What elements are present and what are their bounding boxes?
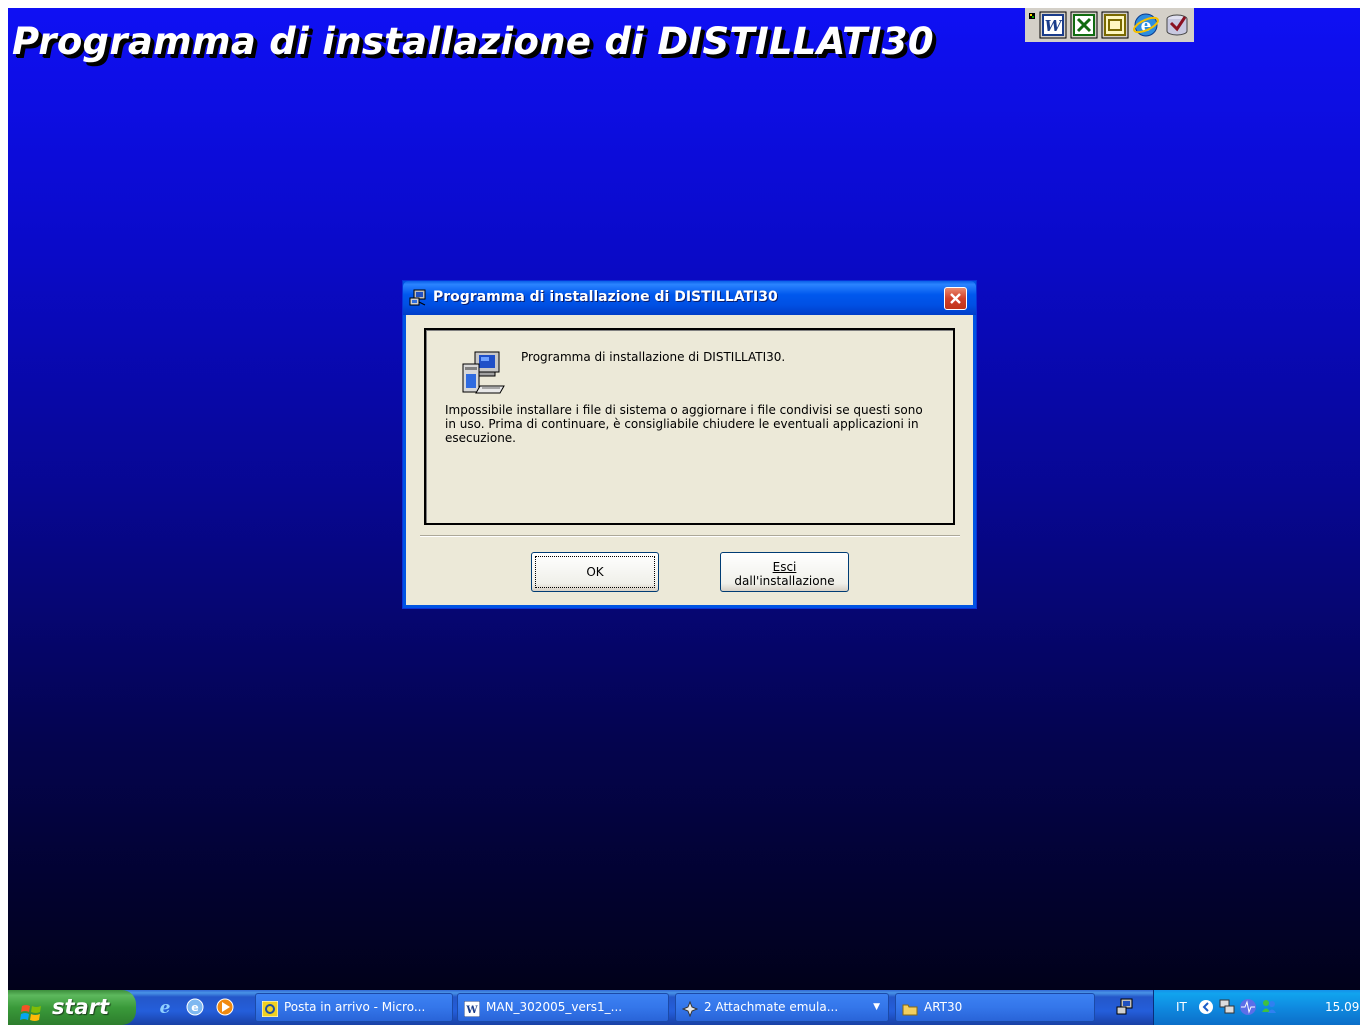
attachmate-icon [681, 1000, 699, 1021]
clock: 15.09 [1325, 1000, 1360, 1014]
task-art30[interactable]: ART30 [895, 993, 1095, 1022]
task-attachmate[interactable]: 2 Attachmate emula... ▼ [675, 993, 889, 1022]
internet-explorer-icon[interactable]: e [154, 996, 176, 1018]
dialog-titlebar[interactable]: Programma di installazione di DISTILLATI… [403, 281, 976, 315]
task-label: Posta in arrivo - Micro... [284, 1000, 426, 1014]
close-button[interactable] [944, 287, 967, 310]
network-icon[interactable] [1218, 998, 1236, 1019]
windows-flag-icon [20, 998, 44, 1033]
media-player-icon[interactable] [214, 996, 236, 1018]
start-label: start [52, 995, 110, 1019]
show-desktop-icon[interactable]: e [184, 996, 206, 1018]
setup-computer-icon [460, 350, 508, 400]
quick-launch: e e [154, 996, 236, 1018]
activity-monitor-icon[interactable] [1239, 998, 1257, 1019]
setup-computer-icon [409, 289, 427, 311]
dialog-heading: Programma di installazione di DISTILLATI… [521, 350, 786, 364]
access-icon[interactable] [1163, 11, 1191, 39]
word-icon[interactable]: W [1039, 11, 1067, 39]
dialog-title: Programma di installazione di DISTILLATI… [433, 289, 778, 305]
exit-button-label-line1: Esci [772, 560, 797, 574]
close-icon [950, 293, 961, 304]
exit-button-label-line2: dall'installazione [734, 574, 835, 588]
task-posta-in-arrivo[interactable]: Posta in arrivo - Micro... [255, 993, 453, 1022]
messenger-icon[interactable] [1260, 998, 1278, 1019]
dialog-message: Impossibile installare i file di sistema… [445, 403, 923, 445]
dialog-client-area: Programma di installazione di DISTILLATI… [406, 315, 973, 605]
task-label: MAN_302005_vers1_... [486, 1000, 623, 1014]
task-label: ART30 [924, 1000, 963, 1014]
office-shortcut-bar: W e [1025, 8, 1194, 42]
task-man-302005[interactable]: W MAN_302005_vers1_... [457, 993, 669, 1022]
svg-text:e: e [160, 998, 171, 1018]
message-frame: Programma di installazione di DISTILLATI… [424, 328, 955, 525]
internet-explorer-icon[interactable]: e [1132, 11, 1160, 39]
svg-text:W: W [1045, 17, 1064, 35]
ok-button-label: OK [586, 565, 604, 579]
outlook-icon[interactable] [1101, 11, 1129, 39]
language-indicator[interactable]: IT [1176, 1000, 1187, 1014]
ok-button[interactable]: OK [531, 552, 659, 592]
system-tray: IT 15.09 [1153, 990, 1360, 1025]
folder-icon [902, 1000, 918, 1021]
taskbar: start e e Posta in arrivo - Micro... W M… [8, 990, 1360, 1025]
start-button[interactable]: start [8, 990, 136, 1025]
toolbar-grip-icon[interactable] [1028, 11, 1036, 39]
banner-title: Programma di installazione di DISTILLATI… [12, 20, 934, 63]
show-hidden-icons-icon[interactable] [1198, 999, 1214, 1018]
excel-icon[interactable] [1070, 11, 1098, 39]
word-icon: W [463, 1000, 481, 1021]
setup-computer-icon[interactable] [1116, 998, 1134, 1020]
svg-text:e: e [191, 1001, 198, 1014]
exit-setup-button[interactable]: Esci dall'installazione [720, 552, 849, 592]
setup-dialog: Programma di installazione di DISTILLATI… [402, 280, 977, 609]
tray-icons [1218, 998, 1278, 1019]
chevron-down-icon: ▼ [873, 1002, 880, 1012]
separator [420, 535, 960, 537]
outlook-icon [261, 1000, 279, 1021]
svg-text:W: W [465, 1005, 478, 1016]
task-label: 2 Attachmate emula... [704, 1000, 839, 1014]
